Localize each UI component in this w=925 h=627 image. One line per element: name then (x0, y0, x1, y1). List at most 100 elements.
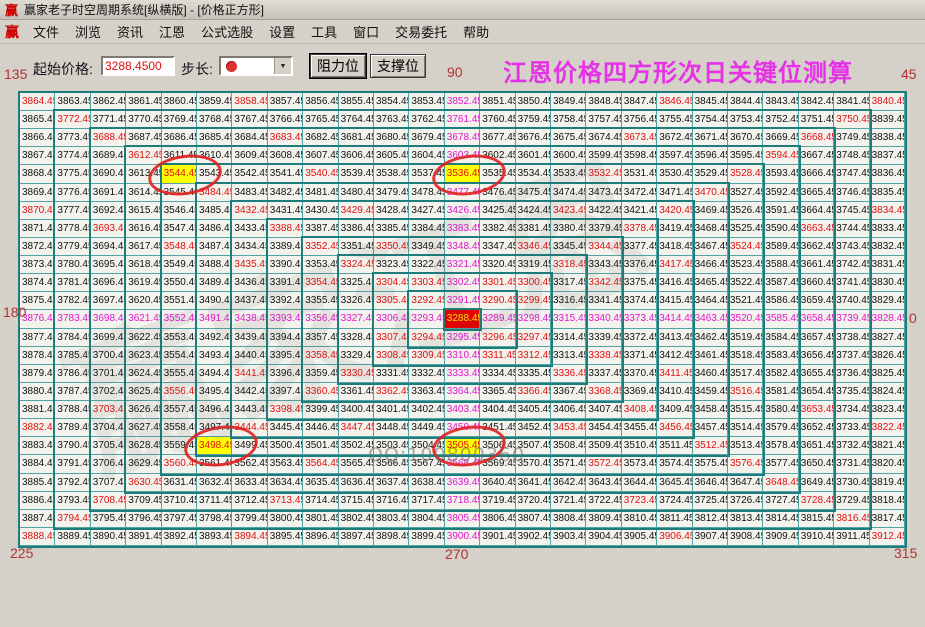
gann-square-grid: 3864.45 3863.45 3862.45 3861.45 3860.45 3859.… (18, 91, 907, 548)
grid-cell: 3827.45 (869, 328, 905, 347)
resistance-button[interactable]: 阻力位 (309, 53, 367, 79)
grid-cell: 3824.45 (869, 382, 905, 402)
grid-cell: 3509.45 (586, 437, 622, 456)
grid-cell: 3837.45 (869, 147, 905, 166)
grid-cell: 3318.45 (551, 256, 587, 275)
grid-cell: 3684.45 (232, 129, 268, 148)
grid-cell: 3297.45 (515, 328, 551, 347)
grid-highlight-cell: 3536.45 (444, 165, 481, 184)
grid-cell: 3343.45 (586, 256, 622, 275)
grid-cell: 3816.45 (834, 509, 870, 528)
grid-cell: 3909.45 (763, 527, 799, 546)
grid-cell: 3521.45 (728, 292, 764, 311)
grid-cell: 3421.45 (621, 201, 658, 220)
grid-cell: 3395.45 (267, 346, 304, 365)
grid-cell: 3670.45 (728, 129, 764, 148)
grid-cell: 3714.45 (303, 491, 339, 510)
step-dropdown[interactable]: ▼ (219, 56, 293, 76)
grid-cell: 3600.45 (551, 147, 587, 166)
grid-cell: 3619.45 (126, 274, 162, 293)
grid-cell: 3332.45 (409, 364, 445, 383)
grid-cell: 3850.45 (515, 93, 551, 112)
start-price-input[interactable] (101, 56, 175, 76)
grid-cell: 3500.45 (267, 437, 304, 456)
grid-cell: 3887.45 (20, 509, 56, 528)
grid-cell: 3526.45 (728, 201, 764, 220)
grid-cell: 3719.45 (480, 491, 516, 510)
grid-cell: 3894.45 (232, 527, 268, 546)
menu-item-5[interactable]: 设置 (261, 23, 303, 42)
grid-cell: 3655.45 (798, 364, 835, 383)
grid-cell: 3750.45 (834, 111, 870, 130)
grid-cell: 3736.45 (834, 364, 870, 383)
grid-cell: 3486.45 (197, 219, 233, 238)
menu-item-3[interactable]: 江恩 (151, 23, 193, 42)
grid-cell: 3576.45 (728, 455, 764, 474)
menu-item-8[interactable]: 交易委托 (387, 23, 455, 42)
grid-cell: 3325.45 (338, 274, 374, 293)
grid-cell: 3681.45 (338, 129, 374, 148)
grid-cell: 3340.45 (586, 310, 622, 329)
menu-item-6[interactable]: 工具 (303, 23, 345, 42)
grid-cell: 3415.45 (657, 292, 693, 311)
grid-cell: 3580.45 (763, 401, 799, 420)
grid-cell: 3752.45 (763, 111, 799, 130)
grid-cell: 3631.45 (161, 473, 197, 492)
grid-cell: 3769.45 (161, 111, 197, 130)
grid-cell: 3662.45 (798, 237, 835, 257)
grid-cell: 3430.45 (303, 201, 339, 220)
menu-item-9[interactable]: 帮助 (455, 23, 497, 42)
grid-cell: 3371.45 (621, 346, 658, 365)
grid-cell: 3658.45 (798, 310, 835, 329)
grid-cell: 3359.45 (303, 364, 339, 383)
grid-cell: 3864.45 (20, 93, 56, 112)
grid-cell: 3542.45 (232, 165, 268, 184)
menu-item-1[interactable]: 浏览 (67, 23, 109, 42)
grid-cell: 3308.45 (374, 346, 410, 365)
grid-cell: 3842.45 (798, 93, 835, 112)
grid-cell: 3774.45 (55, 147, 91, 166)
grid-cell: 3904.45 (586, 527, 622, 546)
grid-cell: 3554.45 (161, 346, 197, 365)
menu-item-0[interactable]: 文件 (25, 23, 67, 42)
grid-cell: 3843.45 (763, 93, 799, 112)
grid-cell: 3683.45 (267, 129, 304, 148)
title-bar: 赢 赢家老子时空周期系统[纵横版] - [价格正方形] (0, 0, 925, 20)
grid-cell: 3478.45 (409, 183, 445, 202)
grid-cell: 3731.45 (834, 455, 870, 474)
grid-cell: 3705.45 (90, 437, 127, 456)
grid-cell: 3591.45 (763, 201, 799, 220)
grid-cell: 3888.45 (20, 527, 56, 546)
grid-cell: 3533.45 (551, 165, 587, 184)
menu-item-4[interactable]: 公式选股 (193, 23, 261, 42)
grid-cell: 3669.45 (763, 129, 799, 148)
grid-cell: 3661.45 (798, 256, 835, 275)
menu-item-2[interactable]: 资讯 (109, 23, 151, 42)
grid-cell: 3789.45 (55, 419, 91, 438)
grid-cell: 3611.45 (161, 147, 197, 166)
grid-cell: 3798.45 (197, 509, 233, 528)
support-button[interactable]: 支撑位 (370, 54, 426, 78)
grid-cell: 3326.45 (338, 292, 374, 311)
grid-cell: 3901.45 (480, 527, 516, 546)
grid-cell: 3558.45 (161, 419, 197, 438)
grid-cell: 3531.45 (621, 165, 658, 184)
grid-cell: 3741.45 (834, 274, 870, 293)
menu-item-7[interactable]: 窗口 (345, 23, 387, 42)
grid-cell: 3579.45 (763, 419, 799, 438)
grid-cell: 3567.45 (409, 455, 445, 474)
grid-cell: 3376.45 (621, 256, 658, 275)
grid-cell: 3439.45 (232, 328, 268, 347)
grid-cell: 3713.45 (267, 491, 304, 510)
grid-cell: 3873.45 (20, 256, 56, 275)
chevron-down-icon[interactable]: ▼ (274, 58, 291, 74)
grid-cell: 3882.45 (20, 419, 56, 438)
grid-cell: 3821.45 (869, 437, 905, 456)
grid-cell: 3589.45 (763, 237, 799, 257)
grid-cell: 3644.45 (621, 473, 658, 492)
grid-cell: 3363.45 (409, 382, 445, 402)
grid-cell: 3780.45 (55, 256, 91, 275)
grid-cell: 3458.45 (692, 401, 728, 420)
grid-cell: 3891.45 (126, 527, 162, 546)
grid-cell: 3422.45 (586, 201, 622, 220)
